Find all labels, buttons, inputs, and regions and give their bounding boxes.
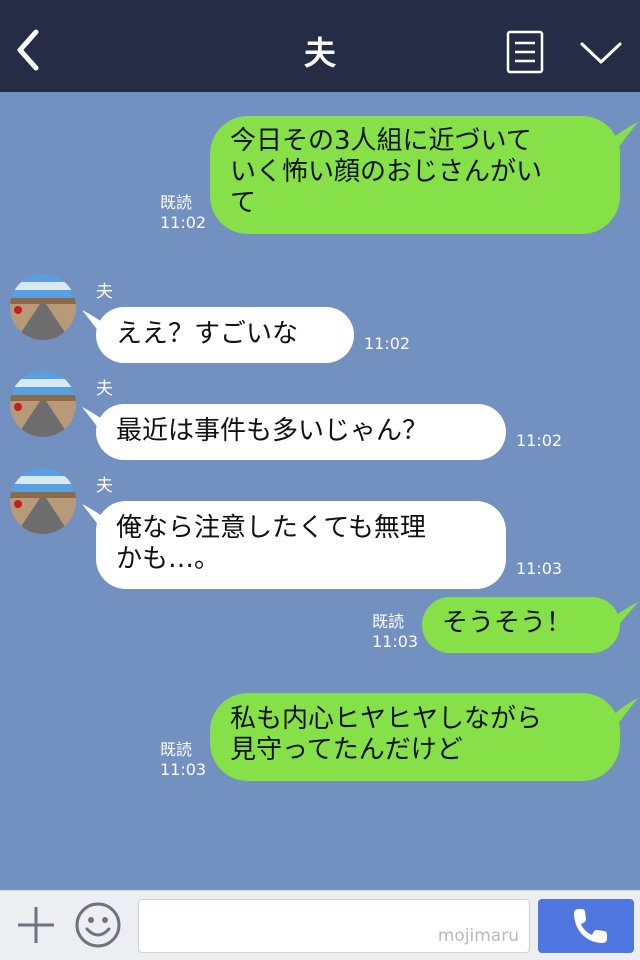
watermark-text: mojimaru: [437, 926, 519, 946]
message-bubble-incoming[interactable]: ええ？すごいな: [96, 307, 354, 363]
avatar[interactable]: [10, 371, 76, 437]
collapse-button[interactable]: [578, 36, 624, 70]
message-input-bar: mojimaru: [0, 890, 640, 960]
message-time: 11:03: [372, 632, 419, 651]
call-button[interactable]: [538, 899, 634, 953]
bubble-tail: [604, 122, 638, 148]
bubble-tail: [604, 602, 638, 626]
avatar[interactable]: [10, 274, 76, 340]
message-bubble-outgoing[interactable]: 私も内心ヒヤヒヤしながら 見守ってたんだけど: [210, 693, 620, 781]
sender-name: 夫: [96, 282, 113, 302]
message-text: 俺なら注意したくても無理 かも…。: [116, 513, 426, 574]
chat-title: 夫: [303, 34, 336, 72]
message-time: 11:03: [160, 760, 207, 779]
message-input[interactable]: mojimaru: [138, 899, 530, 953]
avatar[interactable]: [10, 468, 76, 534]
message-text: 私も内心ヒヤヒヤしながら 見守ってたんだけど: [230, 704, 543, 765]
message-text: ええ？すごいな: [116, 319, 299, 349]
read-label: 既読: [372, 612, 405, 631]
phone-icon: [574, 909, 607, 943]
add-attachment-button[interactable]: [14, 903, 58, 947]
read-status: 既読 11:03: [160, 740, 206, 780]
chevron-down-icon: [580, 42, 622, 64]
bubble-tail: [604, 698, 638, 724]
smiley-icon: [75, 902, 121, 948]
message-time: 11:02: [160, 213, 207, 232]
message-time: 11:02: [516, 431, 563, 450]
message-text: 最近は事件も多いじゃん？: [116, 416, 429, 446]
avatar-road-image: [10, 371, 76, 437]
avatar-road-image: [10, 274, 76, 340]
message-bubble-outgoing[interactable]: 今日その3人組に近づいて いく怖い顔のおじさんがい て: [210, 116, 620, 234]
menu-list-icon: [506, 30, 544, 74]
read-label: 既読: [160, 740, 193, 759]
read-status: 既読 11:03: [372, 612, 418, 652]
message-bubble-outgoing[interactable]: そうそう！: [422, 597, 620, 653]
message-bubble-incoming[interactable]: 俺なら注意したくても無理 かも…。: [96, 501, 506, 589]
message-bubble-incoming[interactable]: 最近は事件も多いじゃん？: [96, 404, 506, 460]
read-label: 既読: [160, 193, 193, 212]
emoji-button[interactable]: [74, 901, 122, 949]
chat-header: 夫: [0, 0, 640, 92]
sender-name: 夫: [96, 379, 113, 399]
message-time: 11:02: [364, 334, 411, 353]
message-time: 11:03: [516, 559, 563, 578]
menu-button[interactable]: [506, 30, 544, 74]
message-text: そうそう！: [442, 608, 573, 638]
avatar-road-image: [10, 468, 76, 534]
message-text: 今日その3人組に近づいて いく怖い顔のおじさんがい て: [230, 126, 543, 218]
sender-name: 夫: [96, 476, 113, 496]
read-status: 既読 11:02: [160, 193, 206, 233]
plus-icon: [18, 907, 54, 943]
